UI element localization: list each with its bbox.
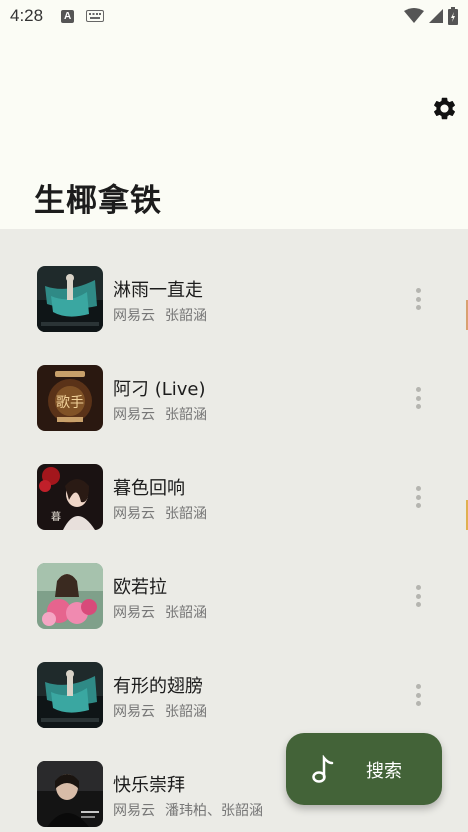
search-fab-label: 搜索 [366, 761, 402, 782]
search-fab-button[interactable]: 搜索 [286, 733, 442, 805]
album-cover: 歌手 [37, 365, 103, 431]
svg-text:歌手: 歌手 [56, 395, 84, 411]
album-cover: 暮 [37, 464, 103, 530]
more-options-button[interactable] [410, 583, 426, 609]
song-title: 暮色回响 [113, 478, 185, 499]
keyboard-icon [86, 10, 105, 22]
song-artist: 张韶涵 [165, 407, 207, 423]
song-title: 有形的翅膀 [113, 676, 203, 697]
song-source: 网易云 [113, 308, 155, 324]
song-list-item[interactable]: 有形的翅膀 网易云 张韶涵 [0, 625, 468, 728]
album-cover [37, 563, 103, 629]
song-subtitle: 网易云 潘玮柏、张韶涵 [113, 800, 263, 820]
song-title: 欧若拉 [113, 577, 167, 598]
song-artist: 张韶涵 [165, 605, 207, 621]
signal-icon [429, 9, 443, 23]
song-subtitle: 网易云 张韶涵 [113, 305, 207, 325]
app-header: 生椰拿铁 [0, 32, 468, 229]
song-source: 网易云 [113, 605, 155, 621]
song-subtitle: 网易云 张韶涵 [113, 701, 207, 721]
album-cover [37, 761, 103, 827]
more-options-button[interactable] [410, 484, 426, 510]
song-subtitle: 网易云 张韶涵 [113, 602, 207, 622]
song-subtitle: 网易云 张韶涵 [113, 404, 207, 424]
page-title: 生椰拿铁 [34, 183, 162, 219]
song-artist: 张韶涵 [165, 506, 207, 522]
status-bar: 4:28 A [0, 0, 468, 32]
song-subtitle: 网易云 张韶涵 [113, 503, 207, 523]
song-source: 网易云 [113, 704, 155, 720]
song-artist: 潘玮柏、张韶涵 [165, 803, 263, 819]
song-list-item[interactable]: 欧若拉 网易云 张韶涵 [0, 526, 468, 629]
wifi-icon [404, 8, 424, 23]
song-source: 网易云 [113, 803, 155, 819]
album-cover [37, 662, 103, 728]
svg-text:暮: 暮 [51, 510, 61, 523]
song-list-item[interactable]: 暮 暮色回响 网易云 张韶涵 [0, 427, 468, 530]
album-cover [37, 266, 103, 332]
settings-button[interactable] [430, 94, 458, 122]
song-title: 快乐崇拜 [113, 775, 185, 796]
music-note-icon [312, 755, 334, 783]
gear-icon [433, 97, 455, 119]
more-options-button[interactable] [410, 682, 426, 708]
song-list-item[interactable]: 淋雨一直走 网易云 张韶涵 [0, 229, 468, 332]
song-title: 淋雨一直走 [113, 280, 203, 301]
song-artist: 张韶涵 [165, 308, 207, 324]
status-time: 4:28 [10, 6, 44, 25]
a-notification-icon: A [61, 9, 75, 23]
song-artist: 张韶涵 [165, 704, 207, 720]
song-source: 网易云 [113, 506, 155, 522]
song-title: 阿刁 (Live) [113, 379, 206, 400]
battery-icon [448, 7, 458, 25]
song-list-item[interactable]: 歌手 阿刁 (Live) 网易云 张韶涵 [0, 328, 468, 431]
more-options-button[interactable] [410, 286, 426, 312]
song-source: 网易云 [113, 407, 155, 423]
more-options-button[interactable] [410, 385, 426, 411]
